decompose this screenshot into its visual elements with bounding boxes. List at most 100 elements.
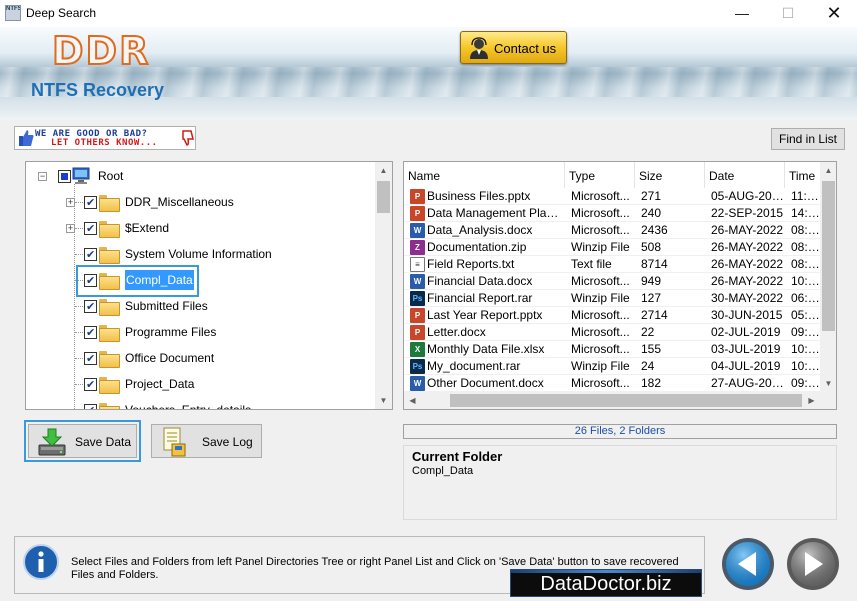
cell-type: Winzip File xyxy=(571,240,630,254)
column-header-size[interactable]: Size xyxy=(635,162,705,188)
save-download-icon xyxy=(38,428,66,456)
scroll-corner xyxy=(820,392,836,409)
next-arrow-icon xyxy=(787,538,839,590)
expand-toggle[interactable]: + xyxy=(66,198,75,207)
current-folder-title: Current Folder xyxy=(412,449,503,464)
tree-item-label: DDR_Miscellaneous xyxy=(125,195,234,209)
tree-checkbox[interactable] xyxy=(84,219,97,239)
tree-item[interactable]: Vouchers_Entry_details xyxy=(26,400,366,409)
cell-type: Microsoft... xyxy=(571,325,630,339)
cell-date: 26-MAY-2022 xyxy=(711,240,784,254)
tree-vertical-scrollbar[interactable]: ▲ ▼ xyxy=(375,162,392,409)
back-button[interactable] xyxy=(720,536,776,592)
cell-date: 22-SEP-2015 xyxy=(711,206,784,220)
contact-us-button[interactable]: Contact us xyxy=(460,31,567,64)
table-row[interactable]: P Business Files.pptx Microsoft... 271 05-AU… xyxy=(404,188,820,205)
datadoctor-brand-logo: DataDoctor.biz xyxy=(510,569,702,597)
cell-time: 08:28 xyxy=(791,223,820,237)
expand-toggle[interactable]: + xyxy=(66,224,75,233)
tree-checkbox[interactable] xyxy=(84,297,97,317)
cell-name: Letter.docx xyxy=(427,325,486,339)
list-header: Name Type Size Date Time xyxy=(404,162,820,188)
scroll-thumb[interactable] xyxy=(450,394,802,407)
tree-item-root[interactable]: − Root xyxy=(26,166,366,186)
tree-item[interactable]: Programme Files xyxy=(26,322,366,343)
cell-type: Text file xyxy=(571,257,612,271)
tree-item[interactable]: Project_Data xyxy=(26,374,366,395)
folder-icon xyxy=(99,351,120,368)
cell-time: 10:38 xyxy=(791,342,820,356)
find-in-list-button[interactable]: Find in List xyxy=(771,128,845,150)
table-row[interactable]: Ps Financial Report.rar Winzip File 127 30-M… xyxy=(404,290,820,307)
folder-icon xyxy=(99,195,120,212)
table-row[interactable]: P Data Management Plan.p... Microsoft... 24… xyxy=(404,205,820,222)
header-banner: DDR NTFS Recovery Contact us xyxy=(0,27,857,120)
save-log-button[interactable]: Save Log xyxy=(151,424,262,458)
current-folder-box: Current Folder Compl_Data xyxy=(403,445,837,520)
file-list-panel[interactable]: Name Type Size Date Time P Business Files… xyxy=(403,161,837,410)
feedback-line-2: LET OTHERS KNOW... xyxy=(51,138,158,148)
scroll-left-arrow-icon[interactable]: ◀ xyxy=(404,392,421,409)
table-row[interactable]: P Last Year Report.pptx Microsoft... 2714 30… xyxy=(404,307,820,324)
tree-item[interactable]: System Volume Information xyxy=(26,244,366,265)
tree-checkbox[interactable] xyxy=(84,375,97,395)
feedback-banner[interactable]: WE ARE GOOD OR BAD? LET OTHERS KNOW... xyxy=(14,126,196,150)
table-row[interactable]: Z Documentation.zip Winzip File 508 26-MAY-2… xyxy=(404,239,820,256)
cell-date: 27-AUG-2019 xyxy=(711,376,785,390)
tree-checkbox[interactable] xyxy=(84,349,97,369)
collapse-toggle[interactable]: − xyxy=(38,172,47,181)
cell-size: 127 xyxy=(641,291,662,305)
scroll-thumb[interactable] xyxy=(377,181,390,213)
tree-checkbox[interactable] xyxy=(84,245,97,265)
tree-checkbox[interactable] xyxy=(84,401,97,409)
table-row[interactable]: X Monthly Data File.xlsx Microsoft... 155 03… xyxy=(404,341,820,358)
table-row[interactable]: W Data_Analysis.docx Microsoft... 2436 26-MA… xyxy=(404,222,820,239)
tree-item-label: $Extend xyxy=(125,221,170,235)
table-row[interactable]: P Letter.docx Microsoft... 22 02-JUL-2019 09:… xyxy=(404,324,820,341)
column-header-time[interactable]: Time xyxy=(785,162,825,188)
tree-checkbox[interactable] xyxy=(84,193,97,213)
info-icon xyxy=(23,544,59,580)
column-header-date[interactable]: Date xyxy=(705,162,785,188)
cell-size: 182 xyxy=(641,376,662,390)
product-subtitle: NTFS Recovery xyxy=(31,80,165,100)
tree-checkbox[interactable] xyxy=(84,323,97,343)
cell-name: Monthly Data File.xlsx xyxy=(427,342,545,356)
list-horizontal-scrollbar[interactable]: ◀ ▶ xyxy=(404,392,820,409)
cell-name: Data Management Plan.p... xyxy=(427,206,565,220)
scroll-right-arrow-icon[interactable]: ▶ xyxy=(803,392,820,409)
maximize-button[interactable]: ☐ xyxy=(765,0,811,27)
directory-tree-panel[interactable]: − Root + DDR_Miscellaneous + $Extend System … xyxy=(25,161,393,410)
folder-icon xyxy=(99,221,120,238)
scroll-up-arrow-icon[interactable]: ▲ xyxy=(820,162,836,179)
scroll-down-arrow-icon[interactable]: ▼ xyxy=(820,375,836,392)
cell-size: 8714 xyxy=(641,257,668,271)
tree-item[interactable]: + $Extend xyxy=(26,218,366,239)
tree-item[interactable]: + DDR_Miscellaneous xyxy=(26,192,366,213)
column-header-name[interactable]: Name xyxy=(404,162,565,188)
column-header-type[interactable]: Type xyxy=(565,162,635,188)
support-agent-icon xyxy=(470,37,488,59)
tree-checkbox[interactable] xyxy=(58,170,71,183)
save-data-button[interactable]: Save Data xyxy=(28,424,137,458)
tree-item-label: System Volume Information xyxy=(125,247,272,261)
table-row[interactable]: Ps My_document.rar Winzip File 24 04-JUL-201… xyxy=(404,358,820,375)
tree-item-label: Office Document xyxy=(125,351,215,365)
list-vertical-scrollbar[interactable]: ▲ ▼ xyxy=(820,162,836,392)
cell-time: 09:36 xyxy=(791,325,820,339)
scroll-thumb[interactable] xyxy=(822,181,835,331)
cell-size: 2714 xyxy=(641,308,668,322)
cell-time: 10:01 xyxy=(791,274,820,288)
cell-type: Microsoft... xyxy=(571,274,630,288)
tree-item[interactable]: Submitted Files xyxy=(26,296,366,317)
next-button[interactable] xyxy=(785,536,841,592)
folder-icon xyxy=(99,325,120,342)
table-row[interactable]: ≡ Field Reports.txt Text file 8714 26-MAY-20… xyxy=(404,256,820,273)
minimize-button[interactable]: — xyxy=(719,0,765,27)
tree-item[interactable]: Office Document xyxy=(26,348,366,369)
close-button[interactable]: ✕ xyxy=(811,0,857,27)
table-row[interactable]: W Other Document.docx Microsoft... 182 27-AU… xyxy=(404,375,820,392)
table-row[interactable]: W Financial Data.docx Microsoft... 949 26-MA… xyxy=(404,273,820,290)
scroll-down-arrow-icon[interactable]: ▼ xyxy=(375,392,392,409)
scroll-up-arrow-icon[interactable]: ▲ xyxy=(375,162,392,179)
